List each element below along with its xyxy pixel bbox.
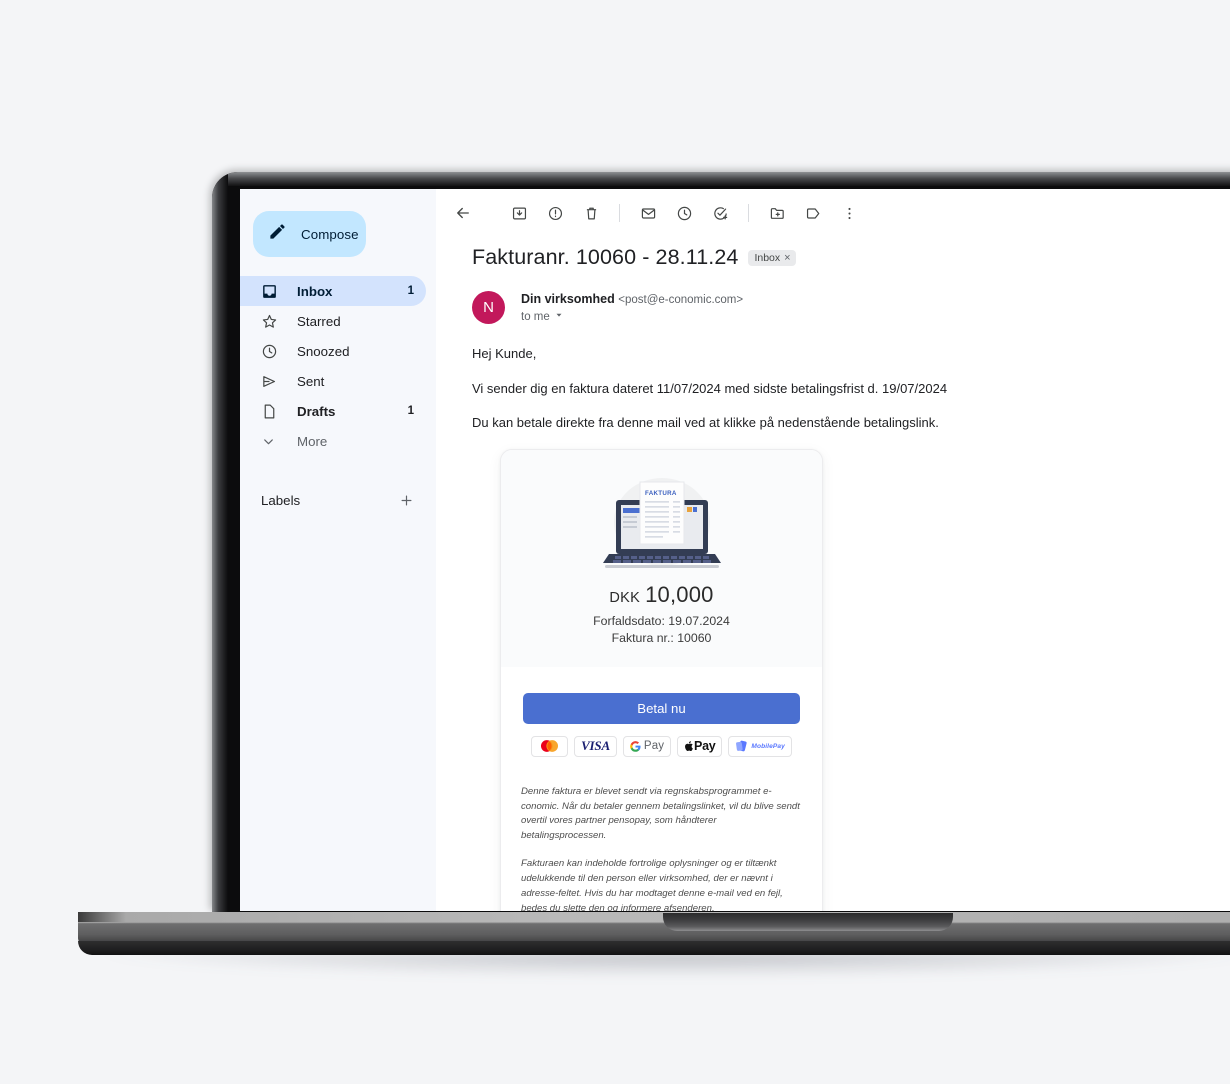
sender-line: Din virksomhed <post@e-conomic.com> [521, 292, 743, 306]
sender-row: N Din virksomhed <post@e-conomic.com> to… [472, 291, 1230, 324]
draft-icon [261, 403, 280, 420]
email-body-wrapper: Fakturanr. 10060 - 28.11.24 Inbox × N Di… [436, 245, 1230, 911]
close-icon[interactable]: × [784, 252, 790, 264]
lid-left-bevel [212, 172, 228, 912]
snooze-icon[interactable] [667, 196, 701, 230]
inbox-icon [261, 283, 280, 300]
toolbar-divider [748, 204, 749, 222]
sidebar-item-label: More [297, 433, 328, 449]
apple-pay-text: Pay [694, 739, 716, 754]
mark-unread-icon[interactable] [631, 196, 665, 230]
invoice-currency: DKK [609, 589, 641, 606]
sidebar-item-inbox[interactable]: Inbox 1 [240, 276, 426, 306]
sidebar-item-snoozed[interactable]: Snoozed [240, 336, 426, 366]
sidebar-item-label: Drafts [297, 403, 336, 419]
invoice-card-actions: Betal nu VISA Pay Pay MobilePay [501, 666, 822, 771]
move-to-icon[interactable] [760, 196, 794, 230]
payment-methods: VISA Pay Pay MobilePay [523, 735, 800, 757]
labels-icon[interactable] [796, 196, 830, 230]
sender-meta: Din virksomhed <post@e-conomic.com> to m… [521, 291, 743, 323]
chevron-down-icon [554, 310, 564, 323]
invoice-amount-row: DKK 10,000 [501, 582, 822, 608]
footer-paragraph: Denne faktura er blevet sendt via regnsk… [521, 785, 800, 842]
sidebar-item-starred[interactable]: Starred [240, 306, 426, 336]
mobilepay-text: MobilePay [751, 742, 785, 750]
invoice-card: FAKTURA DKK 10,000 Forfaldsdato: 19.07.2… [500, 448, 823, 911]
apple-pay-logo: Pay [677, 735, 723, 757]
send-icon [261, 373, 280, 390]
sidebar-item-count: 1 [407, 405, 414, 417]
invoice-card-footer: Denne faktura er blevet sendt via regnsk… [501, 771, 822, 911]
compose-label: Compose [301, 226, 359, 242]
invoice-amount: 10,000 [645, 581, 714, 607]
email-toolbar [436, 189, 1230, 237]
star-icon [261, 313, 280, 330]
base-finger-groove [663, 913, 953, 931]
sidebar-nav: Inbox 1 Starred Snoozed Sent Drafts 1 Mo… [240, 276, 436, 456]
footer-paragraph: Fakturaen kan indeholde fortrolige oplys… [521, 858, 783, 911]
report-spam-icon[interactable] [538, 196, 572, 230]
clock-icon [261, 343, 280, 360]
invoice-number: Faktura nr.: 10060 [611, 630, 712, 645]
email-subject: Fakturanr. 10060 - 28.11.24 [472, 245, 739, 269]
subject-row: Fakturanr. 10060 - 28.11.24 Inbox × [472, 245, 1230, 270]
sidebar-item-sent[interactable]: Sent [240, 366, 426, 396]
labels-section-header: Labels [240, 485, 436, 515]
chevron-down-icon [261, 434, 280, 449]
plus-icon[interactable] [399, 493, 414, 508]
laptop-lid: Compose Inbox 1 Starred Snoozed Sent Dra… [212, 172, 1230, 912]
toolbar-divider [619, 204, 620, 222]
sidebar: Compose Inbox 1 Starred Snoozed Sent Dra… [240, 189, 436, 911]
pencil-icon [268, 222, 287, 246]
recipient-toggle[interactable]: to me [521, 310, 743, 323]
laptop-base-underside [78, 941, 1230, 955]
recipient-label: to me [521, 310, 550, 323]
sidebar-item-label: Sent [297, 373, 325, 389]
google-pay-text: Pay [643, 740, 665, 753]
scene: Compose Inbox 1 Starred Snoozed Sent Dra… [0, 0, 1230, 1084]
sidebar-item-count: 1 [407, 285, 414, 297]
sidebar-item-more[interactable]: More [240, 426, 426, 456]
mobilepay-logo: MobilePay [728, 735, 792, 757]
email-pane: Fakturanr. 10060 - 28.11.24 Inbox × N Di… [436, 189, 1230, 911]
label-chip-text: Inbox [754, 251, 781, 264]
invoice-illustration: FAKTURA [587, 470, 737, 574]
base-top-highlight [78, 912, 1230, 922]
laptop-shadow [100, 952, 1230, 978]
body-paragraph: Vi sender dig en faktura dateret 11/07/2… [472, 380, 948, 396]
sidebar-item-label: Inbox [297, 283, 333, 299]
sender-email: <post@e-conomic.com> [618, 294, 744, 306]
labels-title: Labels [261, 492, 301, 508]
email-body-text: Hej Kunde, Vi sender dig en faktura date… [472, 345, 1230, 432]
visa-logo: VISA [574, 735, 617, 757]
archive-icon[interactable] [502, 196, 536, 230]
compose-button[interactable]: Compose [253, 211, 366, 257]
body-paragraph: Hej Kunde, [472, 346, 537, 361]
sidebar-item-label: Starred [297, 313, 341, 329]
sender-name: Din virksomhed [521, 292, 615, 306]
sidebar-item-label: Snoozed [297, 343, 350, 359]
svg-text:FAKTURA: FAKTURA [645, 490, 677, 497]
gmail-app: Compose Inbox 1 Starred Snoozed Sent Dra… [240, 189, 1230, 911]
visa-text: VISA [581, 738, 610, 754]
mastercard-logo [531, 735, 569, 757]
sidebar-item-drafts[interactable]: Drafts 1 [240, 396, 426, 426]
invoice-card-header: FAKTURA DKK 10,000 Forfaldsdato: 19.07.2… [501, 449, 822, 667]
back-icon[interactable] [446, 196, 480, 230]
lid-top-bevel [212, 172, 1230, 186]
laptop-screen: Compose Inbox 1 Starred Snoozed Sent Dra… [240, 189, 1230, 911]
label-chip-inbox[interactable]: Inbox × [748, 249, 796, 266]
laptop-base [78, 912, 1230, 944]
avatar: N [472, 291, 505, 324]
add-to-tasks-icon[interactable] [703, 196, 737, 230]
body-paragraph: Du kan betale direkte fra denne mail ved… [472, 415, 939, 431]
invoice-due-date: Forfaldsdato: 19.07.2024 [593, 613, 730, 628]
pay-now-button[interactable]: Betal nu [523, 692, 800, 724]
more-options-icon[interactable] [832, 196, 866, 230]
google-pay-logo: Pay [622, 735, 672, 757]
delete-icon[interactable] [574, 196, 608, 230]
